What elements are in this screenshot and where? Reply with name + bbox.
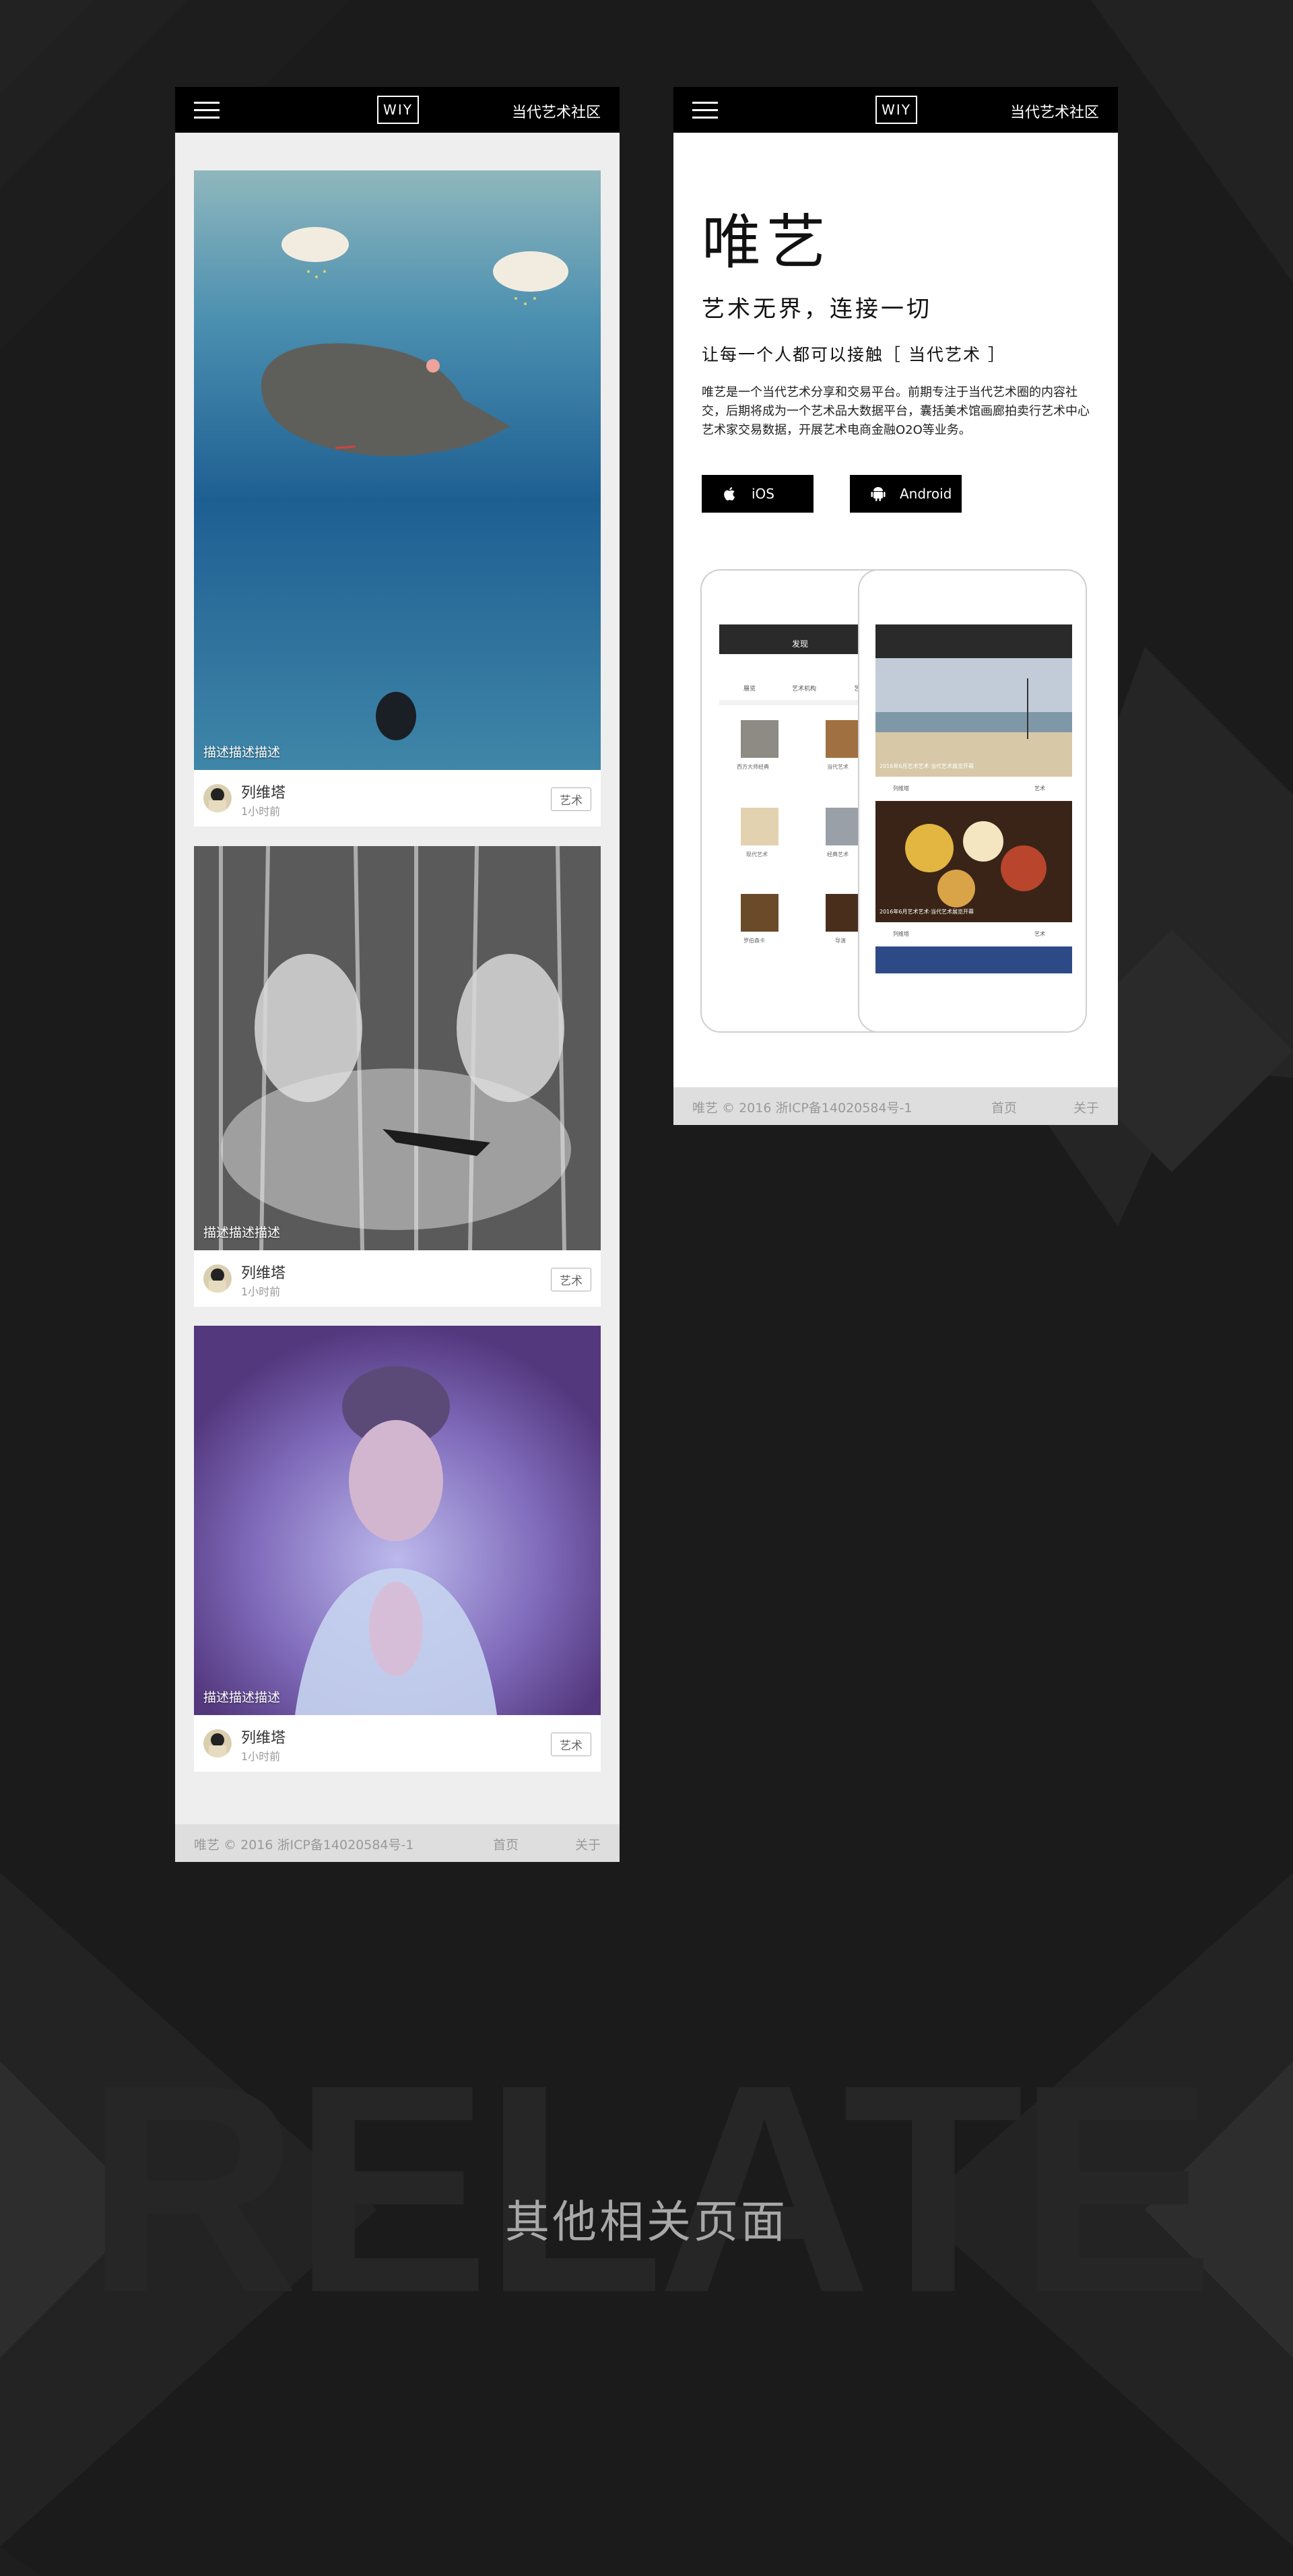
menu-icon[interactable] (194, 102, 220, 119)
android-label: Android (900, 486, 952, 502)
apple-icon (724, 487, 735, 501)
avatar[interactable] (203, 1729, 232, 1758)
mockup-author: 列维塔 (893, 931, 909, 937)
app-title: 唯艺 (702, 207, 832, 277)
footer: 唯艺 © 2016 浙ICP备14020584号-1 首页 关于 (673, 1087, 1118, 1125)
mockup-grid-label: 当代艺术 (827, 764, 849, 770)
landing-screen: WIY 当代艺术社区 唯艺 艺术无界，连接一切 让每一个人都可以接触［ 当代艺术… (673, 87, 1118, 1125)
author-name[interactable]: 列维塔 (241, 1726, 286, 1747)
related-pages-title: 其他相关页面 (505, 2196, 788, 2248)
copyright-text: 唯艺 © 2016 浙ICP备14020584号-1 (692, 1101, 913, 1116)
top-bar: WIY 当代艺术社区 (175, 87, 620, 133)
mockup-category: 展览 (743, 686, 756, 693)
avatar[interactable] (203, 1264, 232, 1293)
artwork-image[interactable]: 描述描述描述 (194, 1326, 601, 1715)
feed-screen: WIY 当代艺术社区 描述描述描述 列维塔 1小时前 艺术 描述描述描述 列维塔… (175, 87, 620, 1862)
logo[interactable]: WIY (377, 96, 419, 124)
footer-about-link[interactable]: 关于 (1073, 1098, 1099, 1116)
nav-title[interactable]: 当代艺术社区 (1010, 100, 1099, 122)
mockup-category: 艺术机构 (792, 686, 817, 693)
phone-mockup-feed: 2016年6月艺术艺术·当代艺术展览开幕 列维塔 艺术 2016年6月艺术艺术·… (858, 569, 1087, 1033)
card-meta: 列维塔 1小时前 艺术 (194, 1715, 601, 1772)
footer-home-link[interactable]: 首页 (991, 1098, 1017, 1116)
copyright-text: 唯艺 © 2016 浙ICP备14020584号-1 (194, 1838, 414, 1853)
mockup-grid-label: 西方大师经典 (737, 764, 769, 770)
android-download-button[interactable]: Android (850, 475, 962, 513)
mockup-grid: 西方大师经典 当代艺术 现代艺术 经典艺术 罗伯森卡 导演 (719, 705, 881, 988)
app-subtitle: 让每一个人都可以接触［ 当代艺术 ］ (702, 345, 1006, 364)
author-name[interactable]: 列维塔 (241, 1261, 286, 1283)
mockup-caption: 2016年6月艺术艺术·当代艺术展览开幕 (880, 909, 974, 915)
post-time: 1小时前 (241, 805, 281, 818)
top-bar: WIY 当代艺术社区 (673, 87, 1118, 133)
artwork-caption: 描述描述描述 (203, 1225, 281, 1240)
mockup-painting-flowers: 2016年6月艺术艺术·当代艺术展览开幕 (875, 801, 1072, 922)
ios-download-button[interactable]: iOS (702, 475, 814, 513)
footer-home-link[interactable]: 首页 (493, 1835, 519, 1853)
post-time: 1小时前 (241, 1750, 281, 1763)
mockup-meta: 列维塔 艺术 (875, 777, 1072, 801)
mockup-caption: 2016年6月艺术艺术·当代艺术展览开幕 (880, 763, 974, 769)
avatar[interactable] (203, 784, 232, 812)
app-description: 唯艺是一个当代艺术分享和交易平台。前期专注于当代艺术圈的内容社交，后期将成为一个… (702, 385, 1090, 437)
artwork-caption: 描述描述描述 (203, 745, 281, 760)
mockup-painting-starry (875, 946, 1072, 973)
ios-label: iOS (752, 486, 774, 502)
mockup-grid-label: 经典艺术 (827, 851, 849, 858)
artwork-image[interactable]: 描述描述描述 (194, 846, 601, 1250)
mockup-author: 列维塔 (893, 785, 909, 792)
mockup-tag: 艺术 (1034, 931, 1045, 937)
category-tag[interactable]: 艺术 (551, 1268, 591, 1291)
menu-icon[interactable] (692, 102, 718, 119)
mockup-grid-label: 罗伯森卡 (743, 938, 765, 944)
mockup-category-bar: 展览 艺术机构 艺 (719, 654, 881, 700)
artwork-card[interactable]: 描述描述描述 列维塔 1小时前 艺术 (194, 1326, 601, 1772)
logo[interactable]: WIY (875, 96, 917, 124)
card-meta: 列维塔 1小时前 艺术 (194, 770, 601, 827)
category-tag[interactable]: 艺术 (551, 787, 591, 811)
mockup-grid-label: 现代艺术 (746, 851, 768, 858)
mockup-screen: 发现 展览 艺术机构 艺 西方大师经典 当代艺术 现代艺术 经典艺术 罗伯森卡 … (719, 624, 881, 988)
mockup-meta: 列维塔 艺术 (875, 922, 1072, 946)
footer-about-link[interactable]: 关于 (575, 1835, 601, 1853)
mockup-header-bar (875, 624, 1072, 658)
post-time: 1小时前 (241, 1285, 281, 1298)
category-tag[interactable]: 艺术 (551, 1733, 591, 1756)
mockup-header: 发现 (719, 624, 881, 654)
artwork-caption: 描述描述描述 (203, 1690, 281, 1705)
android-icon (871, 487, 886, 501)
card-meta: 列维塔 1小时前 艺术 (194, 1250, 601, 1307)
mockup-grid-label: 导演 (835, 938, 846, 944)
artwork-image[interactable]: 描述描述描述 (194, 170, 601, 770)
mockup-screen: 2016年6月艺术艺术·当代艺术展览开幕 列维塔 艺术 2016年6月艺术艺术·… (875, 624, 1072, 975)
mockup-tag: 艺术 (1034, 785, 1045, 792)
author-name[interactable]: 列维塔 (241, 781, 286, 802)
nav-title[interactable]: 当代艺术社区 (512, 100, 601, 122)
artwork-card[interactable]: 描述描述描述 列维塔 1小时前 艺术 (194, 846, 601, 1307)
mockup-painting-seascape: 2016年6月艺术艺术·当代艺术展览开幕 (875, 658, 1072, 777)
app-slogan: 艺术无界，连接一切 (702, 296, 932, 323)
footer: 唯艺 © 2016 浙ICP备14020584号-1 首页 关于 (175, 1824, 620, 1862)
artwork-card[interactable]: 描述描述描述 列维塔 1小时前 艺术 (194, 170, 601, 827)
